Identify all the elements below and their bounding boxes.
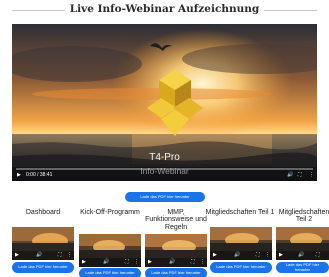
time-display: 0:00 / 38:41 <box>26 172 53 178</box>
volume-icon[interactable]: 🔊 <box>103 259 109 266</box>
thumb-video-kickoff[interactable]: ▶ 🔊 ⛶ ⋮ <box>79 234 141 267</box>
thumb-title-kickoff: Kick-Off-Programm <box>80 209 140 216</box>
play-icon[interactable]: ▶ <box>148 259 152 266</box>
play-icon[interactable]: ▶ <box>17 171 21 179</box>
play-icon[interactable]: ▶ <box>279 252 283 259</box>
volume-icon[interactable]: 🔊 <box>287 171 293 179</box>
play-icon[interactable]: ▶ <box>82 259 86 266</box>
thumb-title-mitgliedschaften-2: Mitgliedschaften Teil 2 <box>278 209 329 224</box>
video-controls: ▶ 0:00 / 38:41 🔊 ⛶ ⋮ <box>12 167 317 181</box>
fullscreen-icon[interactable]: ⛶ <box>58 252 62 259</box>
play-icon[interactable]: ▶ <box>15 252 19 259</box>
more-icon[interactable]: ⋮ <box>265 252 270 259</box>
fullscreen-icon[interactable]: ⛶ <box>125 259 129 266</box>
volume-icon[interactable]: 🔊 <box>169 259 175 266</box>
volume-icon[interactable]: 🔊 <box>298 252 304 259</box>
more-icon[interactable]: ⋮ <box>134 259 139 266</box>
thumb-controls: ▶ 🔊 ⛶ <box>276 251 329 260</box>
thumb-controls: ▶ 🔊 ⛶ ⋮ <box>12 251 74 260</box>
thumb-title-dashboard: Dashboard <box>25 209 61 216</box>
thumb-video-mmp[interactable]: ▶ 🔊 ⛶ ⋮ <box>145 234 207 267</box>
play-icon[interactable]: ▶ <box>213 252 217 259</box>
thumb-title-mmp: MMP, Funktionsweise und Regeln <box>145 209 207 231</box>
pdf-button-mmp[interactable]: Lade das PDF hier herunter <box>145 268 207 277</box>
main-pdf-download-button[interactable]: Lade das PDF hier herunter <box>125 192 205 202</box>
page-title: Live Info-Webinar Aufzeichnung <box>0 3 329 15</box>
pdf-button-mitgliedschaften-1[interactable]: Lade das PDF hier herunter <box>210 262 272 273</box>
volume-icon[interactable]: 🔊 <box>36 252 42 259</box>
thumb-title-mitgliedschaften-1: Mitgliedschaften Teil 1 <box>205 209 275 216</box>
thumb-video-mitgliedschaften-1[interactable]: ▶ 🔊 ⛶ ⋮ <box>210 227 272 260</box>
fullscreen-icon[interactable]: ⛶ <box>316 252 320 259</box>
fullscreen-icon[interactable]: ⛶ <box>256 252 260 259</box>
video-title: T4-Pro <box>149 152 180 163</box>
more-icon[interactable]: ⋮ <box>309 171 314 179</box>
thumb-controls: ▶ 🔊 ⛶ ⋮ <box>145 258 207 267</box>
pdf-button-mitgliedschaften-2[interactable]: Lade das PDF hier herunter <box>276 262 329 273</box>
pdf-button-kickoff[interactable]: Lade das PDF hier herunter <box>79 268 141 277</box>
thumb-controls: ▶ 🔊 ⛶ ⋮ <box>79 258 141 267</box>
thumb-controls: ▶ 🔊 ⛶ ⋮ <box>210 251 272 260</box>
more-icon[interactable]: ⋮ <box>67 252 72 259</box>
pdf-button-dashboard[interactable]: Lade das PDF hier herunter <box>12 262 74 273</box>
more-icon[interactable]: ⋮ <box>200 259 205 266</box>
fullscreen-icon[interactable]: ⛶ <box>298 171 302 179</box>
page-title-text: Live Info-Webinar Aufzeichnung <box>64 3 265 15</box>
thumb-video-mitgliedschaften-2[interactable]: ▶ 🔊 ⛶ <box>276 227 329 260</box>
t4-pro-logo-icon <box>147 70 203 136</box>
volume-icon[interactable]: 🔊 <box>234 252 240 259</box>
fullscreen-icon[interactable]: ⛶ <box>191 259 195 266</box>
main-video-player[interactable]: T4-Pro Info-Webinar ▶ 0:00 / 38:41 🔊 ⛶ ⋮ <box>12 24 317 181</box>
thumb-video-dashboard[interactable]: ▶ 🔊 ⛶ ⋮ <box>12 227 74 260</box>
progress-bar[interactable] <box>16 168 313 170</box>
